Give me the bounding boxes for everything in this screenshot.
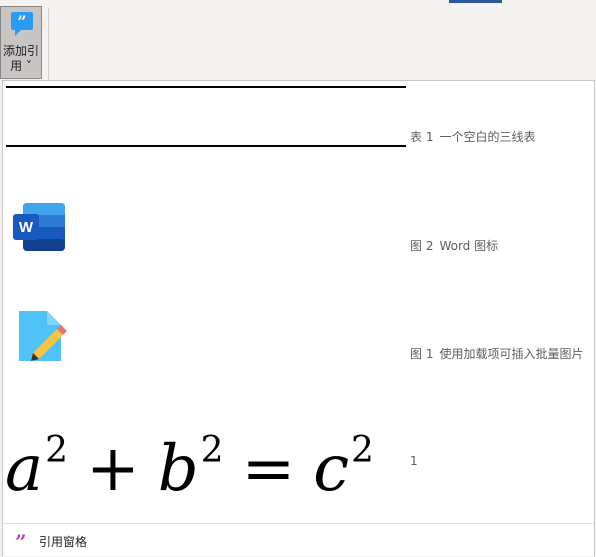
ribbon: ” 添加引 用 ˅: [0, 0, 596, 80]
equation-thumbnail: a2 + b2 = c2: [5, 430, 374, 502]
caption-text: 1: [410, 454, 418, 468]
equation-plus: +: [86, 432, 140, 506]
citation-pane-label: 引用窗格: [39, 535, 88, 549]
citation-item-word-icon[interactable]: W 图 2 Word 图标: [3, 189, 594, 289]
caption-prefix: 图 1: [410, 347, 434, 361]
equation-term-b: b: [157, 432, 199, 506]
svg-text:”: ”: [17, 12, 26, 31]
quote-icon: ”: [15, 530, 27, 554]
caption-text: Word 图标: [439, 239, 499, 253]
caption-prefix: 表 1: [410, 130, 434, 144]
svg-text:W: W: [19, 219, 34, 236]
citation-caption: 1: [410, 454, 418, 468]
citation-item-addin-icon[interactable]: 图 1 使用加载项可插入批量图片: [3, 299, 594, 399]
document-pencil-icon: [17, 309, 67, 367]
citation-item-equation[interactable]: a2 + b2 = c2 1: [3, 411, 594, 519]
ribbon-accent-strip: [449, 0, 502, 3]
table-top-rule: [6, 86, 406, 88]
citation-quote-icon: ”: [10, 11, 34, 41]
citation-pane-button[interactable]: ” 引用窗格: [3, 523, 594, 556]
equation-term-c: c: [313, 432, 350, 506]
table-bottom-rule: [6, 145, 406, 147]
equation-exponent: 2: [200, 430, 224, 471]
caption-text: 一个空白的三线表: [439, 130, 536, 144]
equation-exponent: 2: [351, 430, 374, 471]
equation-exponent: 2: [45, 430, 69, 471]
word-icon: W: [11, 201, 67, 257]
caption-text: 使用加载项可插入批量图片: [439, 347, 584, 361]
add-citation-label-dropdown: 用 ˅: [10, 59, 32, 73]
citation-caption: 图 2 Word 图标: [410, 237, 498, 254]
citation-item-table[interactable]: 表 1 一个空白的三线表: [3, 81, 594, 181]
caption-prefix: 图 2: [410, 239, 434, 253]
add-citation-button[interactable]: ” 添加引 用 ˅: [0, 6, 42, 79]
equation-equals: =: [241, 432, 296, 506]
ribbon-separator: [48, 8, 49, 80]
three-line-table-thumbnail: [3, 81, 408, 181]
citation-caption: 图 1 使用加载项可插入批量图片: [410, 345, 583, 362]
add-citation-label: 添加引: [2, 44, 39, 58]
citation-caption: 表 1 一个空白的三线表: [410, 128, 535, 145]
equation-term-a: a: [5, 432, 44, 506]
citation-dropdown: 表 1 一个空白的三线表 W 图 2 Word 图标 图 1 使用加载项可插入批…: [2, 80, 595, 556]
